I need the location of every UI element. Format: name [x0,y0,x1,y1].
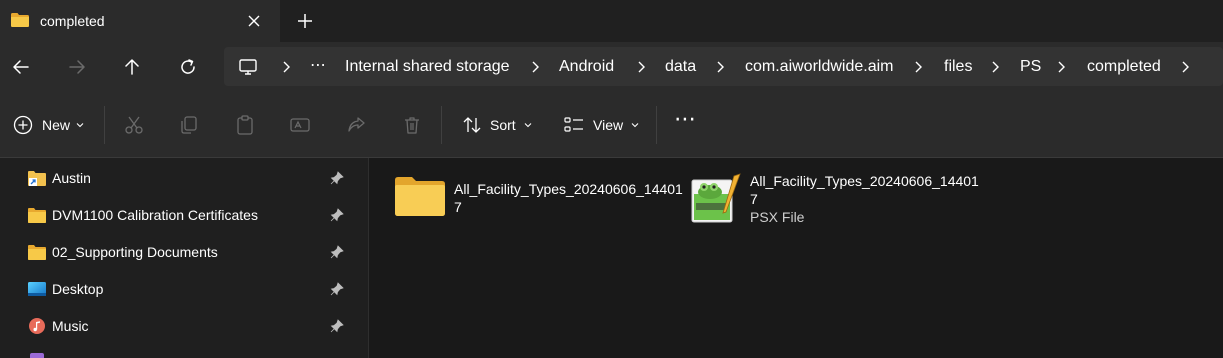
file-name-continued: 7 [454,199,462,215]
breadcrumb-item[interactable]: completed [1087,58,1161,76]
tab-title: completed [40,13,105,29]
chevron-down-icon [76,123,84,128]
file-name-continued: 7 [750,191,758,207]
delete-icon[interactable] [401,114,423,136]
shortcut-folder-icon [28,171,46,186]
breadcrumb-item[interactable]: Android [559,58,614,76]
sidebar-item-label: 02_Supporting Documents [52,244,218,260]
address-bar[interactable]: ⋯ Internal shared storage Android data c… [224,47,1223,86]
chevron-right-icon[interactable] [529,59,541,75]
pin-icon[interactable] [330,245,344,259]
toolbar-divider [656,106,657,144]
desktop-icon [28,282,46,296]
file-name: All_Facility_Types_20240606_14401 [750,173,979,189]
chevron-right-icon[interactable] [912,59,924,75]
cut-icon[interactable] [123,114,145,136]
music-icon [29,318,45,334]
close-icon[interactable] [244,11,264,31]
new-label: New [42,117,71,133]
view-icon [564,117,583,132]
tab-completed[interactable]: completed [0,0,280,42]
sidebar-item-label: Music [52,318,89,334]
forward-arrow-icon[interactable] [66,56,88,78]
more-dots-icon: ⋯ [674,106,696,131]
sidebar-item-austin[interactable]: Austin [0,160,350,196]
file-name: All_Facility_Types_20240606_14401 [454,181,683,197]
tab-strip: completed [0,0,1223,42]
chevron-right-icon[interactable] [1055,59,1067,75]
sidebar-item-dvm1100[interactable]: DVM1100 Calibration Certificates [0,197,350,233]
file-item-psx[interactable]: All_Facility_Types_20240606_14401 7 PSX … [690,170,980,230]
sidebar-item-label: Desktop [52,281,104,297]
partial-sidebar-icon [30,353,44,358]
sidebar-item-label: Austin [52,170,91,186]
sidebar-item-label: DVM1100 Calibration Certificates [52,207,258,223]
chevron-right-icon[interactable] [280,59,292,75]
breadcrumb-item[interactable]: files [944,58,972,76]
folder-icon [11,13,29,27]
plus-circle-icon [13,115,33,135]
psx-file-icon [691,173,741,223]
breadcrumb-overflow[interactable]: ⋯ [310,55,327,75]
sort-label: Sort [490,117,516,133]
sidebar-item-desktop[interactable]: Desktop [0,271,350,307]
folder-icon [28,245,46,260]
back-arrow-icon[interactable] [10,56,32,78]
share-icon[interactable] [345,114,367,136]
sort-button[interactable]: Sort [461,114,533,136]
paste-icon[interactable] [234,114,256,136]
folder-icon [28,208,46,223]
chevron-right-icon[interactable] [635,59,647,75]
pin-icon[interactable] [330,171,344,185]
chevron-right-icon[interactable] [1179,59,1191,75]
breadcrumb-item[interactable]: Internal shared storage [345,58,510,76]
view-label: View [593,117,624,133]
rename-icon[interactable] [289,114,311,136]
pin-icon[interactable] [330,208,344,222]
navigation-pane: Austin DVM1100 Calibration Certificates … [0,158,369,358]
refresh-icon[interactable] [177,56,199,78]
file-item-folder[interactable]: All_Facility_Types_20240606_14401 7 [394,170,683,230]
sidebar-item-music[interactable]: Music [0,308,350,344]
up-arrow-icon[interactable] [121,56,143,78]
new-button[interactable]: New [12,114,85,136]
sidebar-item-supporting-documents[interactable]: 02_Supporting Documents [0,234,350,270]
breadcrumb-item[interactable]: data [665,58,696,76]
chevron-right-icon[interactable] [989,59,1001,75]
file-list: All_Facility_Types_20240606_14401 7 All_… [370,158,1223,358]
copy-icon[interactable] [178,114,200,136]
chevron-down-icon [631,123,639,128]
navigation-bar: ⋯ Internal shared storage Android data c… [0,42,1223,92]
plus-icon[interactable] [295,11,315,31]
view-button[interactable]: View [563,114,640,136]
sort-icon [463,117,481,133]
breadcrumb-item[interactable]: PS [1020,58,1041,76]
command-bar: New Sort View ⋯ [0,92,1223,158]
breadcrumb-item[interactable]: com.aiworldwide.aim [745,58,894,76]
see-more-button[interactable]: ⋯ [674,106,696,131]
pin-icon[interactable] [330,319,344,333]
this-pc-icon[interactable] [238,57,258,77]
pin-icon[interactable] [330,282,344,296]
toolbar-divider [104,106,105,144]
chevron-down-icon [524,123,532,128]
toolbar-divider [441,106,442,144]
chevron-right-icon[interactable] [714,59,726,75]
file-type: PSX File [750,209,805,225]
folder-icon [395,177,445,216]
